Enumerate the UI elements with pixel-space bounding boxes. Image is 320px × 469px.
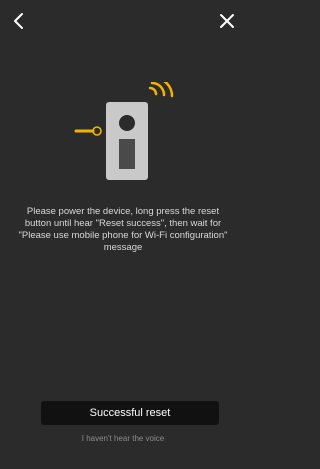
chevron-left-icon: [14, 13, 23, 29]
device-reset-illustration: [74, 82, 174, 180]
close-button[interactable]: [216, 10, 238, 32]
successful-reset-button[interactable]: Successful reset: [41, 401, 219, 425]
close-icon: [220, 14, 234, 28]
top-bar: [0, 0, 246, 44]
back-button[interactable]: [8, 10, 30, 32]
no-voice-link[interactable]: I haven't hear the voice: [0, 434, 246, 443]
instruction-text: Please power the device, long press the …: [18, 206, 228, 253]
